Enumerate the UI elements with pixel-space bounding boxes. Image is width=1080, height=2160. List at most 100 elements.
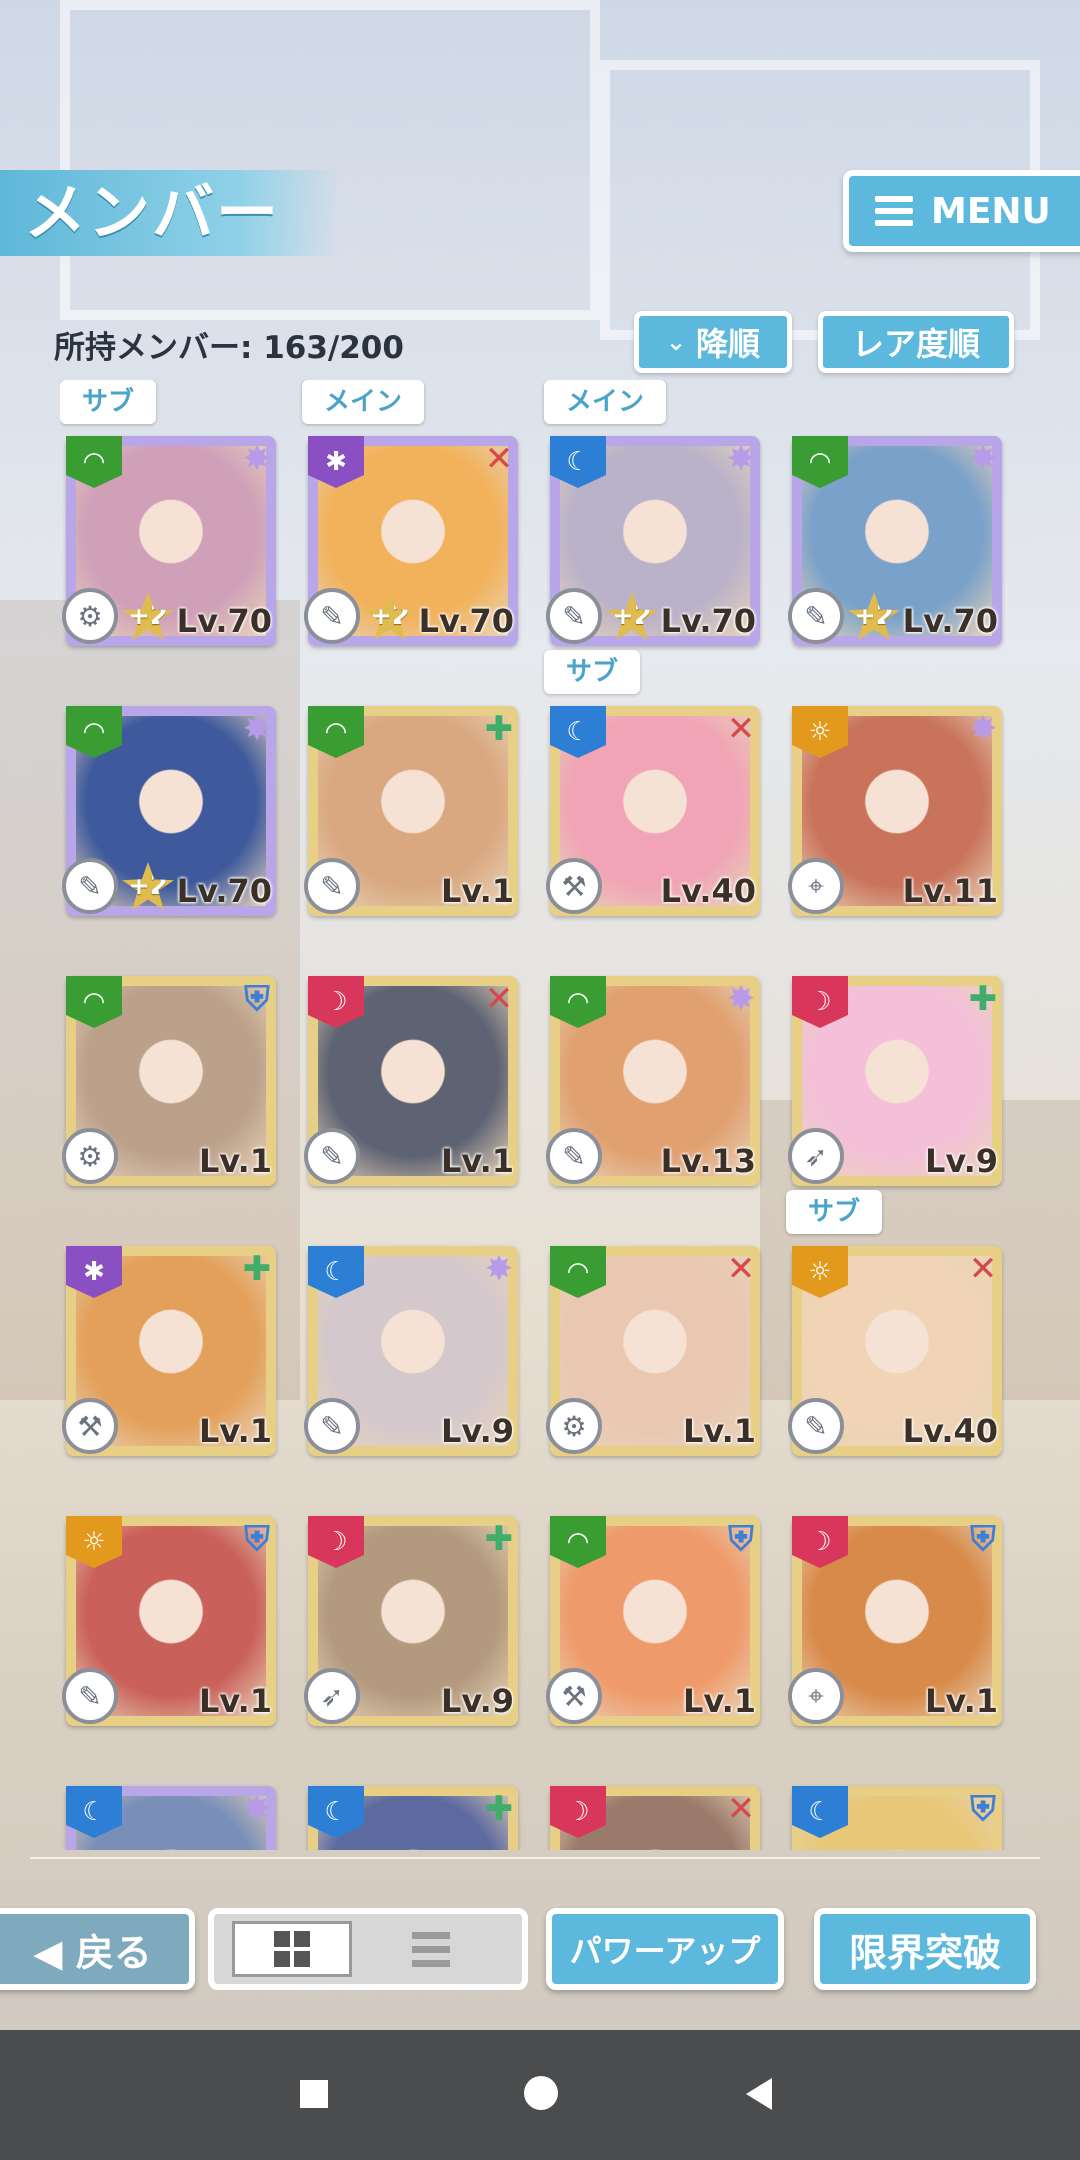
member-card[interactable]: ☽ ✚ ➶ Lv.9 <box>786 920 1008 1186</box>
grid-view-icon[interactable] <box>232 1921 352 1977</box>
member-card[interactable]: ◠ ✸ ✎ +2 Lv.70 <box>786 380 1008 646</box>
feather-icon: ➶ <box>788 1128 844 1184</box>
member-card[interactable]: ☽ ✕ ✎ Lv.1 <box>302 920 524 1186</box>
member-count: 所持メンバー: 163/200 <box>54 330 404 366</box>
pen-icon: ✎ <box>304 858 360 914</box>
level-label: Lv.9 <box>440 1412 514 1450</box>
sort-chevron-icon: ⌄ <box>665 328 687 356</box>
party-tag: メイン <box>544 380 667 424</box>
shield-role-icon: ⛨ <box>970 1789 996 1829</box>
level-label: Lv.1 <box>440 872 514 910</box>
member-card[interactable]: ◠ ✚ ✎ Lv.1 <box>302 650 524 916</box>
list-view-icon[interactable] <box>412 1931 450 1967</box>
axe-icon: ⚒ <box>546 1668 602 1724</box>
level-label: Lv.70 <box>176 602 272 640</box>
gear-icon: ⚙ <box>62 1128 118 1184</box>
heal-role-icon: ✚ <box>968 979 998 1019</box>
member-card[interactable]: ◠ ⛨ ⚒ Lv.1 <box>544 1460 766 1726</box>
view-toggle[interactable] <box>208 1908 528 1990</box>
feather-icon: ➶ <box>304 1668 360 1724</box>
level-label: Lv.70 <box>418 602 514 640</box>
heal-role-icon: ✚ <box>484 709 514 749</box>
shield-role-icon: ⛨ <box>728 1519 754 1559</box>
heal-role-icon: ✚ <box>484 1519 514 1559</box>
shield-role-icon: ⛨ <box>244 1519 270 1559</box>
member-card[interactable]: ☾ ✸ <box>60 1730 282 1850</box>
sword-role-icon: ✕ <box>726 709 756 749</box>
pen-icon: ✎ <box>546 1128 602 1184</box>
star-role-icon: ✸ <box>726 979 756 1019</box>
sort-order-button[interactable]: ⌄ 降順 <box>634 311 792 373</box>
sword-role-icon: ✕ <box>968 1249 998 1289</box>
star-role-icon: ✸ <box>968 709 998 749</box>
member-card[interactable]: ✱ ✚ ⚒ Lv.1 <box>60 1190 282 1456</box>
member-card[interactable]: ◠ ⛨ ⚙ Lv.1 <box>60 920 282 1186</box>
level-label: Lv.1 <box>198 1142 272 1180</box>
member-card[interactable]: サブ ◠ ✸ ⚙ +2 Lv.70 <box>60 380 282 646</box>
page-title: メンバー <box>0 170 340 256</box>
member-card[interactable]: メイン ☾ ✸ ✎ +2 Lv.70 <box>544 380 766 646</box>
pen-icon: ✎ <box>62 1668 118 1724</box>
pen-icon: ✎ <box>546 588 602 644</box>
member-card[interactable]: サブ ☾ ✕ ⚒ Lv.40 <box>544 650 766 916</box>
pen-icon: ✎ <box>788 588 844 644</box>
star-role-icon: ✸ <box>484 1249 514 1289</box>
gear-icon: ⚙ <box>546 1398 602 1454</box>
recent-apps-button[interactable] <box>300 2080 328 2108</box>
android-nav-bar <box>0 2030 1080 2160</box>
level-label: Lv.70 <box>660 602 756 640</box>
member-card[interactable]: ☾ ⛨ <box>786 1730 1008 1850</box>
level-label: Lv.1 <box>924 1682 998 1720</box>
star-role-icon: ✸ <box>968 439 998 479</box>
party-tag: サブ <box>60 380 157 424</box>
level-label: Lv.1 <box>198 1412 272 1450</box>
member-card[interactable]: ☾ ✸ ✎ Lv.9 <box>302 1190 524 1456</box>
member-card[interactable]: サブ ☼ ✕ ✎ Lv.40 <box>786 1190 1008 1456</box>
axe-icon: ⚒ <box>62 1398 118 1454</box>
level-label: Lv.40 <box>902 1412 998 1450</box>
star-role-icon: ✸ <box>242 439 272 479</box>
level-label: Lv.40 <box>660 872 756 910</box>
back-button[interactable]: ◀ 戻る <box>0 1908 195 1990</box>
hamburger-icon <box>875 196 913 226</box>
member-card[interactable]: ◠ ✸ ✎ Lv.13 <box>544 920 766 1186</box>
heal-role-icon: ✚ <box>242 1249 272 1289</box>
home-button[interactable] <box>524 2076 558 2110</box>
shield-role-icon: ⛨ <box>970 1519 996 1559</box>
heal-role-icon: ✚ <box>484 1789 514 1829</box>
member-card[interactable]: ☽ ✕ <box>544 1730 766 1850</box>
level-label: Lv.1 <box>198 1682 272 1720</box>
sort-rarity-label: レア度順 <box>851 325 980 363</box>
pen-icon: ✎ <box>62 858 118 914</box>
background-window <box>60 0 600 320</box>
member-card[interactable]: ☽ ⛨ ⌖ Lv.1 <box>786 1460 1008 1726</box>
member-card[interactable]: メイン ✱ ✕ ✎ +2 Lv.70 <box>302 380 524 646</box>
sword-role-icon: ✕ <box>484 979 514 1019</box>
star-role-icon: ✸ <box>242 709 272 749</box>
member-card[interactable]: ◠ ✸ ✎ +2 Lv.70 <box>60 650 282 916</box>
member-card[interactable]: ☼ ⛨ ✎ Lv.1 <box>60 1460 282 1726</box>
level-label: Lv.9 <box>924 1142 998 1180</box>
star-role-icon: ✸ <box>726 439 756 479</box>
member-card[interactable]: ☼ ✸ ⌖ Lv.11 <box>786 650 1008 916</box>
gear-icon: ⚙ <box>62 588 118 644</box>
pen-icon: ✎ <box>788 1398 844 1454</box>
shield-role-icon: ⛨ <box>244 979 270 1019</box>
member-card[interactable]: ◠ ✕ ⚙ Lv.1 <box>544 1190 766 1456</box>
sword-role-icon: ✕ <box>726 1249 756 1289</box>
level-label: Lv.1 <box>682 1682 756 1720</box>
member-card[interactable]: ☾ ✚ <box>302 1730 524 1850</box>
party-tag: メイン <box>302 380 425 424</box>
back-nav-button[interactable] <box>746 2078 772 2110</box>
party-tag: サブ <box>544 650 641 694</box>
limit-break-button[interactable]: 限界突破 <box>814 1908 1036 1990</box>
member-card[interactable]: ☽ ✚ ➶ Lv.9 <box>302 1460 524 1726</box>
sort-order-label: 降順 <box>696 325 761 363</box>
level-label: Lv.1 <box>682 1412 756 1450</box>
level-label: Lv.13 <box>660 1142 756 1180</box>
sort-rarity-button[interactable]: レア度順 <box>818 311 1014 373</box>
power-up-button[interactable]: パワーアップ <box>546 1908 784 1990</box>
sword-role-icon: ✕ <box>484 439 514 479</box>
menu-button[interactable]: MENU <box>843 170 1080 252</box>
divider <box>30 1857 1040 1859</box>
